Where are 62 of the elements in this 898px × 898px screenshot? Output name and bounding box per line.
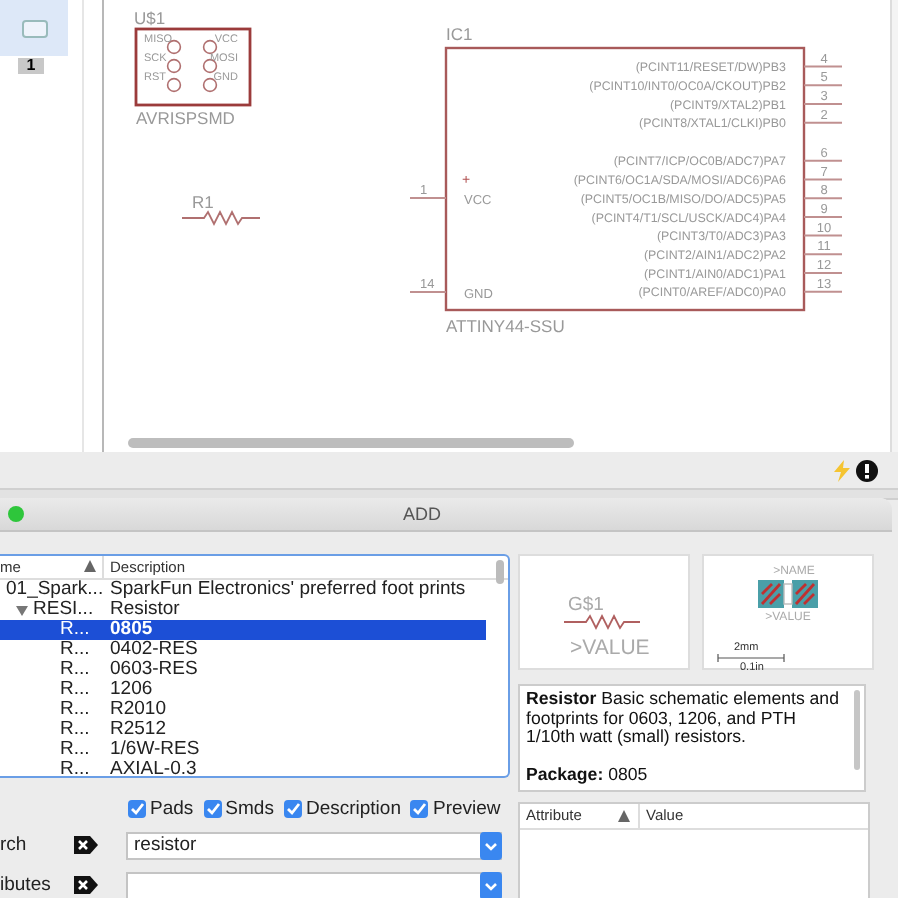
field-label: rch [0,834,29,856]
pin-line [803,272,843,274]
pin-line [803,215,843,218]
filter-checkbox[interactable]: Description [283,797,401,819]
pin-line [803,84,843,87]
pin-line [803,197,843,200]
resistor-symbol [181,210,261,226]
part-value: ATTINY44-SSU [446,316,565,336]
tree-row[interactable]: R... 1/6W-RES [0,740,486,760]
info-icon[interactable] [856,459,878,481]
resistor-symbol [563,614,641,630]
pin-line [803,234,843,237]
sheet-thumbnail[interactable] [0,0,68,56]
search-field[interactable]: resistor [126,831,502,859]
pin-line [803,253,843,256]
window-zoom-button[interactable] [8,506,24,522]
scale-bar [717,653,785,663]
checkmark-icon [128,799,146,817]
footprint-drawing [758,580,818,608]
clear-icon[interactable] [74,836,98,854]
pin-line [803,178,843,181]
tree-row[interactable]: R... 1206 [0,680,486,700]
tree-row[interactable]: R... R2010 [0,700,486,720]
clear-icon[interactable] [74,876,98,894]
pin-line [803,103,843,105]
filter-checkbox[interactable]: Preview [410,797,501,819]
sort-ascending-icon [84,560,96,572]
connector-drawing [134,27,252,107]
checkmark-icon [283,799,302,817]
part-name: G$1 [568,594,604,616]
part-name: U$1 [134,8,166,28]
pin-line [803,121,843,124]
checkmark-icon [410,799,429,817]
pin-line [803,65,843,68]
filter-checkbox[interactable]: Smds [203,797,274,819]
tree-row[interactable]: R... 0603-RES [0,660,486,680]
field-label: ibutes [0,874,53,896]
tree-row[interactable]: R... R2512 [0,720,486,740]
dropdown-button[interactable] [480,871,502,898]
part-name: IC1 [446,24,473,44]
filter-checkbox[interactable]: Pads [128,797,194,819]
tree-row[interactable]: 01_Spark... SparkFun Electronics' preferred foot prints [0,580,486,600]
sheet-number: 1 [18,58,44,74]
pin-line [409,291,447,293]
pin-line [803,290,843,293]
tree-row[interactable]: R... AXIAL-0.3 [0,760,486,776]
tree-row[interactable]: R... 0805 [0,620,486,640]
window-title: ADD [402,504,441,524]
description-text: Package: 0805 [526,765,650,784]
checkmark-icon [203,799,222,817]
pin-line [409,197,447,199]
part-value: >VALUE [570,636,650,660]
part-value: AVRISPSMD [136,108,235,128]
attributes-field[interactable] [126,871,502,898]
scrollbar-thumb[interactable] [496,560,504,584]
dropdown-button[interactable] [480,831,502,859]
scrollbar-thumb[interactable] [128,437,574,447]
description-text: Resistor Basic schematic elements and footprints for 0603, 1206, and PTH 1/10th watt (small) resistors. [526,690,841,747]
tree-row[interactable]: R... 0402-RES [0,640,486,660]
sort-ascending-icon [618,810,630,822]
pin-line [803,159,843,162]
part-name: R1 [192,192,214,212]
